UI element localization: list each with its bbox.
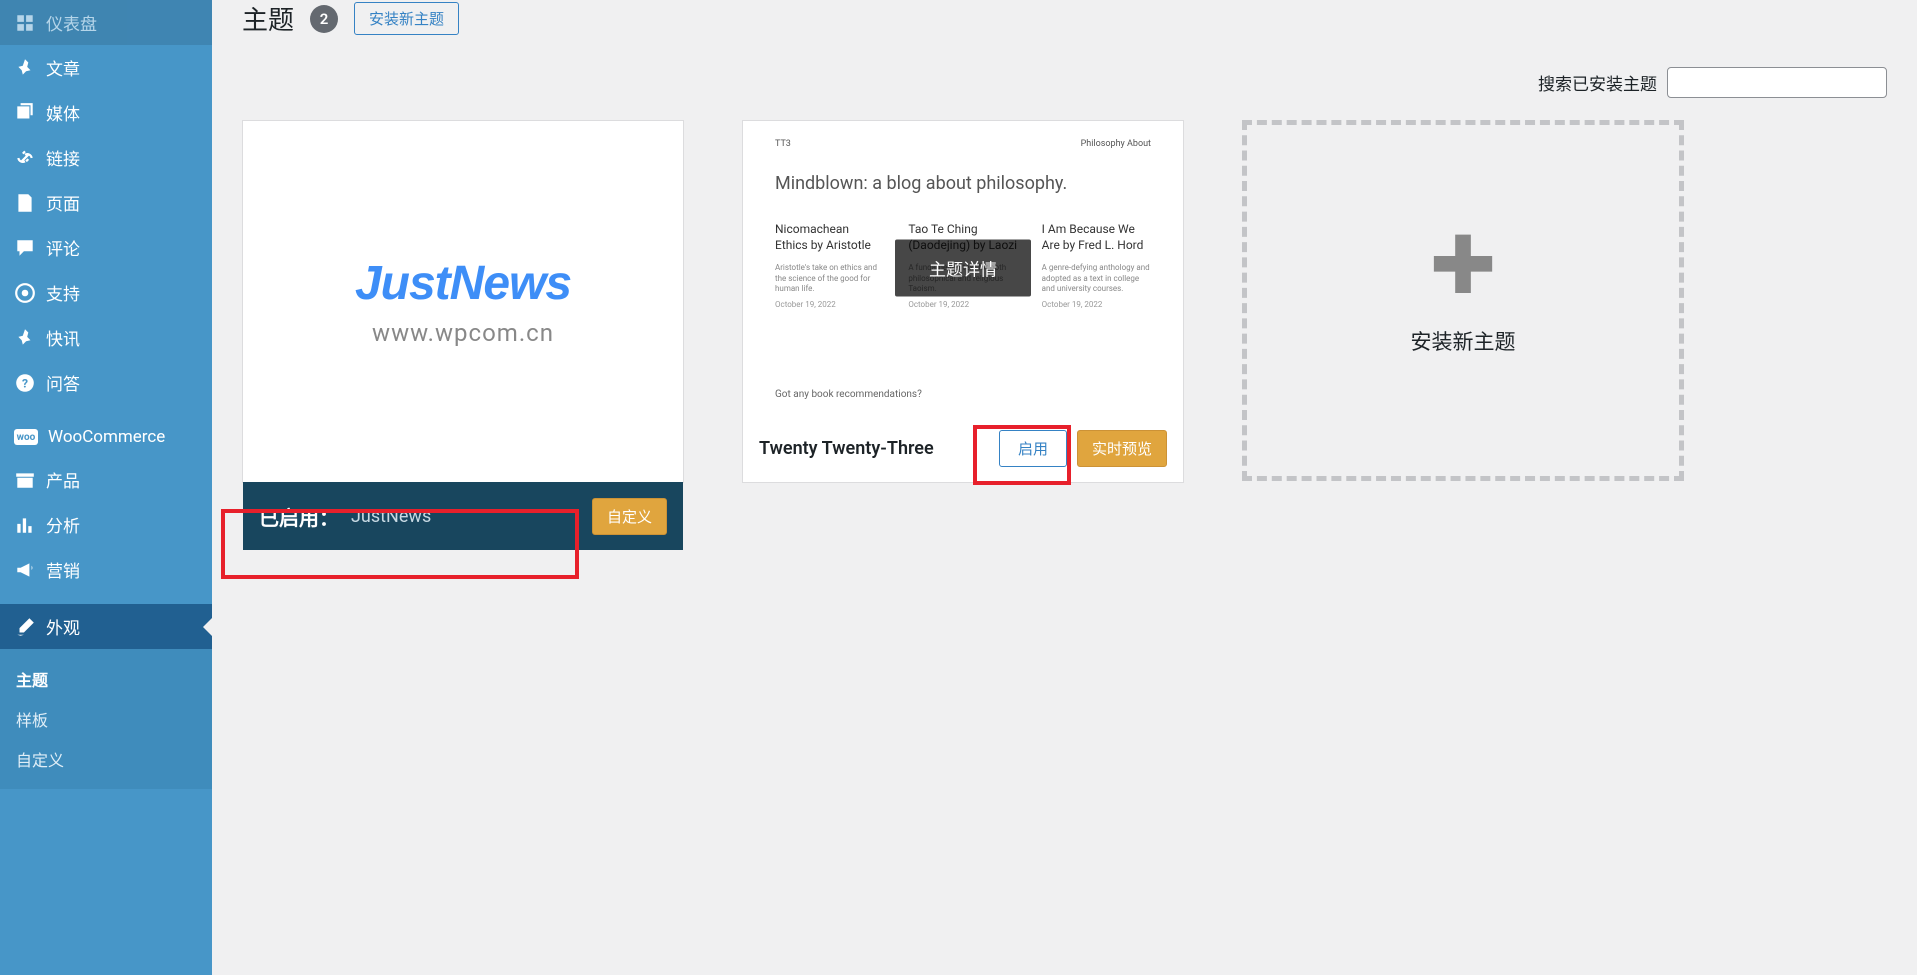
theme-screenshot: TT3 Philosophy About Mindblown: a blog a… bbox=[743, 121, 1183, 414]
sidebar-label: 产品 bbox=[46, 467, 80, 492]
sidebar-item-comments[interactable]: 评论 bbox=[0, 225, 212, 270]
pin-icon bbox=[14, 327, 36, 349]
dashboard-icon bbox=[14, 12, 36, 34]
sidebar-item-links[interactable]: 链接 bbox=[0, 135, 212, 180]
sidebar-label: 营销 bbox=[46, 557, 80, 582]
sidebar-label: 快讯 bbox=[46, 325, 80, 350]
sidebar-item-qa[interactable]: ? 问答 bbox=[0, 360, 212, 405]
sidebar-item-dashboard[interactable]: 仪表盘 bbox=[0, 0, 212, 45]
theme-footer: Twenty Twenty-Three 启用 实时预览 bbox=[743, 414, 1183, 482]
theme-count-badge: 2 bbox=[310, 5, 338, 33]
brush-icon bbox=[14, 616, 36, 638]
support-icon bbox=[14, 282, 36, 304]
megaphone-icon bbox=[14, 559, 36, 581]
sidebar-item-marketing[interactable]: 营销 bbox=[0, 547, 212, 592]
theme-name: Twenty Twenty-Three bbox=[759, 438, 934, 459]
theme-card-active[interactable]: JustNews www.wpcom.cn 已启用： JustNews 自定义 bbox=[242, 120, 684, 483]
add-theme-label: 安装新主题 bbox=[1411, 326, 1516, 356]
search-input[interactable] bbox=[1667, 67, 1887, 98]
theme-screenshot: JustNews www.wpcom.cn bbox=[243, 121, 683, 482]
search-row: 搜索已安装主题 bbox=[242, 67, 1887, 98]
woo-icon: woo bbox=[14, 429, 38, 445]
theme-logo-text: JustNews bbox=[355, 256, 571, 311]
sidebar-label: 分析 bbox=[46, 512, 80, 537]
theme-name: JustNews bbox=[351, 506, 431, 527]
sidebar-label: 链接 bbox=[46, 145, 80, 170]
sidebar-item-support[interactable]: 支持 bbox=[0, 270, 212, 315]
tt3-brand: TT3 bbox=[775, 139, 791, 149]
page-header: 主题 2 安装新主题 bbox=[242, 0, 1887, 67]
submenu-customize[interactable]: 自定义 bbox=[0, 739, 212, 779]
theme-details-button[interactable]: 主题详情 bbox=[895, 239, 1031, 296]
sidebar-label: 文章 bbox=[46, 55, 80, 80]
archive-icon bbox=[14, 469, 36, 491]
sidebar-label: 评论 bbox=[46, 235, 80, 260]
sidebar-item-woocommerce[interactable]: woo WooCommerce bbox=[0, 417, 212, 457]
live-preview-button[interactable]: 实时预览 bbox=[1077, 430, 1167, 467]
pin-icon bbox=[14, 57, 36, 79]
sidebar-item-media[interactable]: 媒体 bbox=[0, 90, 212, 135]
appearance-submenu: 主题 样板 自定义 bbox=[0, 649, 212, 789]
page-title: 主题 bbox=[242, 0, 294, 37]
sidebar-label: WooCommerce bbox=[48, 427, 165, 447]
theme-url-text: www.wpcom.cn bbox=[372, 319, 554, 347]
sidebar-item-news[interactable]: 快讯 bbox=[0, 315, 212, 360]
theme-card[interactable]: TT3 Philosophy About Mindblown: a blog a… bbox=[742, 120, 1184, 483]
sidebar-label: 媒体 bbox=[46, 100, 80, 125]
sidebar-label: 问答 bbox=[46, 370, 80, 395]
search-label: 搜索已安装主题 bbox=[1538, 70, 1657, 95]
admin-sidebar: 仪表盘 文章 媒体 链接 页面 评论 支持 快讯 ? 问答 woo WooCom… bbox=[0, 0, 212, 975]
question-icon: ? bbox=[14, 372, 36, 394]
sidebar-item-pages[interactable]: 页面 bbox=[0, 180, 212, 225]
page-icon bbox=[14, 192, 36, 214]
install-theme-button[interactable]: 安装新主题 bbox=[354, 2, 459, 35]
activate-button[interactable]: 启用 bbox=[999, 430, 1067, 467]
comment-icon bbox=[14, 237, 36, 259]
link-icon bbox=[14, 147, 36, 169]
svg-text:?: ? bbox=[22, 376, 28, 390]
customize-button[interactable]: 自定义 bbox=[592, 498, 667, 535]
media-icon bbox=[14, 102, 36, 124]
sidebar-item-products[interactable]: 产品 bbox=[0, 457, 212, 502]
sidebar-item-appearance[interactable]: 外观 bbox=[0, 604, 212, 649]
submenu-patterns[interactable]: 样板 bbox=[0, 699, 212, 739]
theme-footer: 已启用： JustNews 自定义 bbox=[243, 482, 683, 550]
sidebar-label: 页面 bbox=[46, 190, 80, 215]
add-theme-card[interactable]: ✚ 安装新主题 bbox=[1242, 120, 1684, 481]
themes-grid: JustNews www.wpcom.cn 已启用： JustNews 自定义 … bbox=[242, 120, 1887, 483]
sidebar-item-posts[interactable]: 文章 bbox=[0, 45, 212, 90]
submenu-themes[interactable]: 主题 bbox=[0, 659, 212, 699]
plus-icon: ✚ bbox=[1429, 246, 1496, 286]
sidebar-item-analytics[interactable]: 分析 bbox=[0, 502, 212, 547]
tt3-nav: Philosophy About bbox=[1081, 139, 1151, 149]
main-content: 主题 2 安装新主题 搜索已安装主题 JustNews www.wpcom.cn… bbox=[212, 0, 1917, 483]
sidebar-label: 支持 bbox=[46, 280, 80, 305]
chart-icon bbox=[14, 514, 36, 536]
sidebar-label: 仪表盘 bbox=[46, 10, 97, 35]
active-theme-label: 已启用： bbox=[259, 502, 339, 531]
sidebar-label: 外观 bbox=[46, 614, 80, 639]
tt3-headline: Mindblown: a blog about philosophy. bbox=[775, 173, 1151, 194]
